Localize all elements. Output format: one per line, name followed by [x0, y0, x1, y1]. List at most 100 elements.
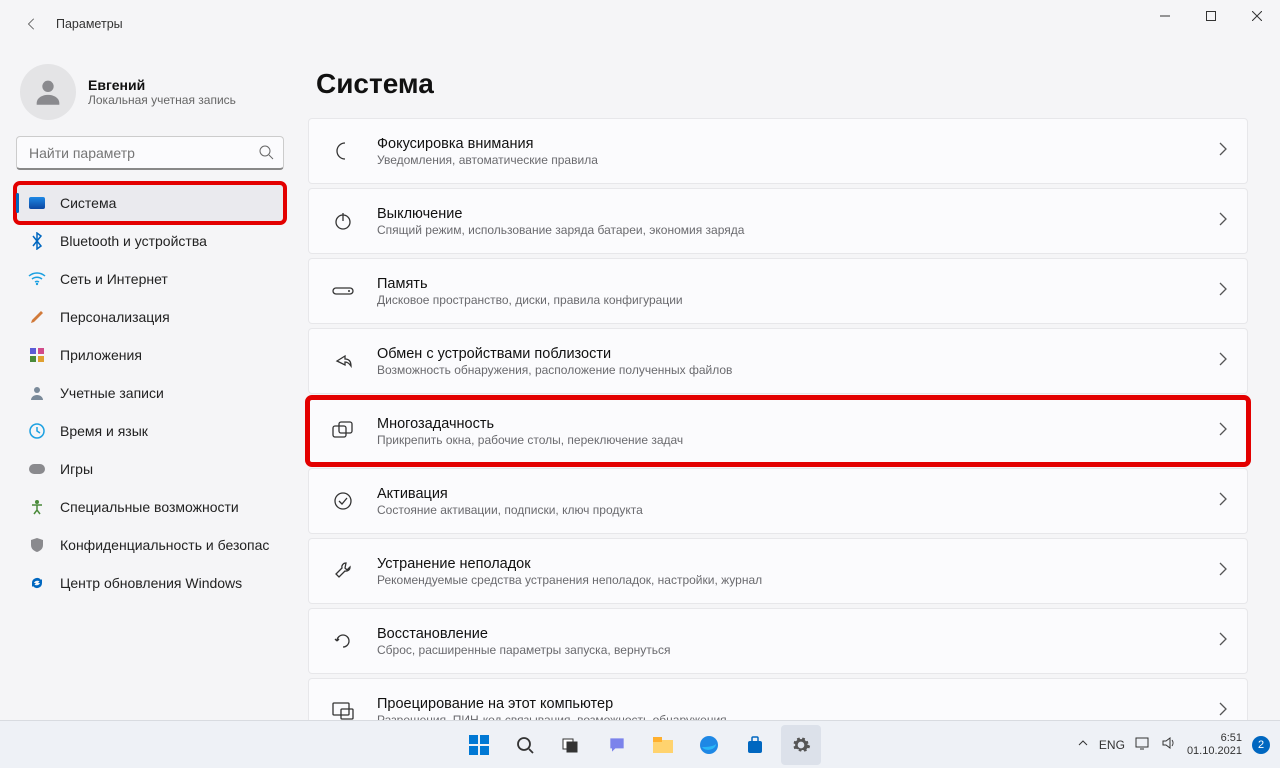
nav-item-privacy[interactable]: Конфиденциальность и безопас	[16, 526, 284, 564]
user-subtitle: Локальная учетная запись	[88, 93, 236, 107]
nav-label: Учетные записи	[60, 385, 164, 401]
nav-label: Персонализация	[60, 309, 170, 325]
main-layout: Евгений Локальная учетная запись Система…	[0, 48, 1280, 720]
share-icon	[329, 351, 357, 371]
nav-label: Центр обновления Windows	[60, 575, 242, 591]
tile-wrench[interactable]: Устранение неполадокРекомендуемые средст…	[308, 538, 1248, 604]
chevron-right-icon	[1219, 282, 1227, 301]
taskbar: ENG 6:51 01.10.2021 2	[0, 720, 1280, 768]
nav-label: Конфиденциальность и безопас	[60, 537, 269, 553]
taskbar-center	[459, 725, 821, 765]
nav-label: Время и язык	[60, 423, 148, 439]
tile-recovery[interactable]: ВосстановлениеСброс, расширенные парамет…	[308, 608, 1248, 674]
nav-label: Специальные возможности	[60, 499, 239, 515]
user-name: Евгений	[88, 77, 236, 93]
clock[interactable]: 6:51 01.10.2021	[1187, 732, 1242, 757]
apps-icon	[28, 346, 46, 364]
check-icon	[329, 491, 357, 511]
nav-label: Сеть и Интернет	[60, 271, 168, 287]
nav-item-games[interactable]: Игры	[16, 450, 284, 488]
tile-subtitle: Спящий режим, использование заряда батар…	[377, 223, 1219, 237]
tile-project[interactable]: Проецирование на этот компьютерРазрешени…	[308, 678, 1248, 720]
tile-subtitle: Рекомендуемые средства устранения непола…	[377, 573, 1219, 587]
moon-icon	[329, 141, 357, 161]
account-icon	[28, 384, 46, 402]
privacy-icon	[28, 536, 46, 554]
tile-title: Фокусировка внимания	[377, 136, 1219, 152]
tile-subtitle: Состояние активации, подписки, ключ прод…	[377, 503, 1219, 517]
project-icon	[329, 702, 357, 720]
network-icon[interactable]	[1135, 736, 1151, 753]
avatar	[20, 64, 76, 120]
chevron-right-icon	[1219, 632, 1227, 651]
tile-title: Выключение	[377, 206, 1219, 222]
nav-label: Система	[60, 195, 116, 211]
chat-button[interactable]	[597, 725, 637, 765]
tile-title: Обмен с устройствами поблизости	[377, 346, 1219, 362]
date: 01.10.2021	[1187, 745, 1242, 758]
tile-check[interactable]: АктивацияСостояние активации, подписки, …	[308, 468, 1248, 534]
task-view-button[interactable]	[551, 725, 591, 765]
tile-moon[interactable]: Фокусировка вниманияУведомления, автомат…	[308, 118, 1248, 184]
bluetooth-icon	[28, 232, 46, 250]
tile-title: Проецирование на этот компьютер	[377, 696, 1219, 712]
nav-item-apps[interactable]: Приложения	[16, 336, 284, 374]
search-input[interactable]	[16, 136, 284, 170]
tile-share[interactable]: Обмен с устройствами поблизостиВозможнос…	[308, 328, 1248, 394]
tile-multitask[interactable]: МногозадачностьПрикрепить окна, рабочие …	[308, 398, 1248, 464]
taskbar-search-button[interactable]	[505, 725, 545, 765]
window-title: Параметры	[56, 17, 123, 31]
tile-subtitle: Уведомления, автоматические правила	[377, 153, 1219, 167]
window-controls	[1142, 0, 1280, 48]
titlebar: Параметры	[0, 0, 1280, 48]
display-icon	[28, 194, 46, 212]
chevron-right-icon	[1219, 212, 1227, 231]
nav-item-accessibility[interactable]: Специальные возможности	[16, 488, 284, 526]
nav-item-time[interactable]: Время и язык	[16, 412, 284, 450]
page-title: Система	[316, 68, 1248, 100]
tile-title: Устранение неполадок	[377, 556, 1219, 572]
recovery-icon	[329, 631, 357, 651]
tile-storage[interactable]: ПамятьДисковое пространство, диски, прав…	[308, 258, 1248, 324]
multitask-icon	[329, 421, 357, 441]
back-button[interactable]	[16, 8, 48, 40]
nav-item-update[interactable]: Центр обновления Windows	[16, 564, 284, 602]
tile-title: Активация	[377, 486, 1219, 502]
chevron-right-icon	[1219, 702, 1227, 721]
power-icon	[329, 211, 357, 231]
chevron-right-icon	[1219, 492, 1227, 511]
system-tray: ENG 6:51 01.10.2021 2	[1077, 732, 1270, 757]
close-button[interactable]	[1234, 0, 1280, 32]
wifi-icon	[28, 270, 46, 288]
nav-item-wifi[interactable]: Сеть и Интернет	[16, 260, 284, 298]
chevron-right-icon	[1219, 352, 1227, 371]
notification-badge[interactable]: 2	[1252, 736, 1270, 754]
nav-label: Игры	[60, 461, 93, 477]
explorer-button[interactable]	[643, 725, 683, 765]
user-profile[interactable]: Евгений Локальная учетная запись	[20, 64, 280, 120]
chevron-right-icon	[1219, 142, 1227, 161]
search-icon	[258, 144, 274, 165]
tile-title: Восстановление	[377, 626, 1219, 642]
language-indicator[interactable]: ENG	[1099, 738, 1125, 752]
maximize-button[interactable]	[1188, 0, 1234, 32]
nav-item-brush[interactable]: Персонализация	[16, 298, 284, 336]
minimize-button[interactable]	[1142, 0, 1188, 32]
volume-icon[interactable]	[1161, 736, 1177, 753]
tile-subtitle: Прикрепить окна, рабочие столы, переключ…	[377, 433, 1219, 447]
nav-item-display[interactable]: Система	[16, 184, 284, 222]
start-button[interactable]	[459, 725, 499, 765]
nav-item-account[interactable]: Учетные записи	[16, 374, 284, 412]
edge-button[interactable]	[689, 725, 729, 765]
chevron-right-icon	[1219, 422, 1227, 441]
settings-button[interactable]	[781, 725, 821, 765]
tile-power[interactable]: ВыключениеСпящий режим, использование за…	[308, 188, 1248, 254]
brush-icon	[28, 308, 46, 326]
tile-subtitle: Возможность обнаружения, расположение по…	[377, 363, 1219, 377]
search-box	[16, 136, 284, 170]
content-area[interactable]: Система Фокусировка вниманияУведомления,…	[300, 48, 1280, 720]
tray-chevron-icon[interactable]	[1077, 737, 1089, 752]
update-icon	[28, 574, 46, 592]
nav-item-bluetooth[interactable]: Bluetooth и устройства	[16, 222, 284, 260]
store-button[interactable]	[735, 725, 775, 765]
